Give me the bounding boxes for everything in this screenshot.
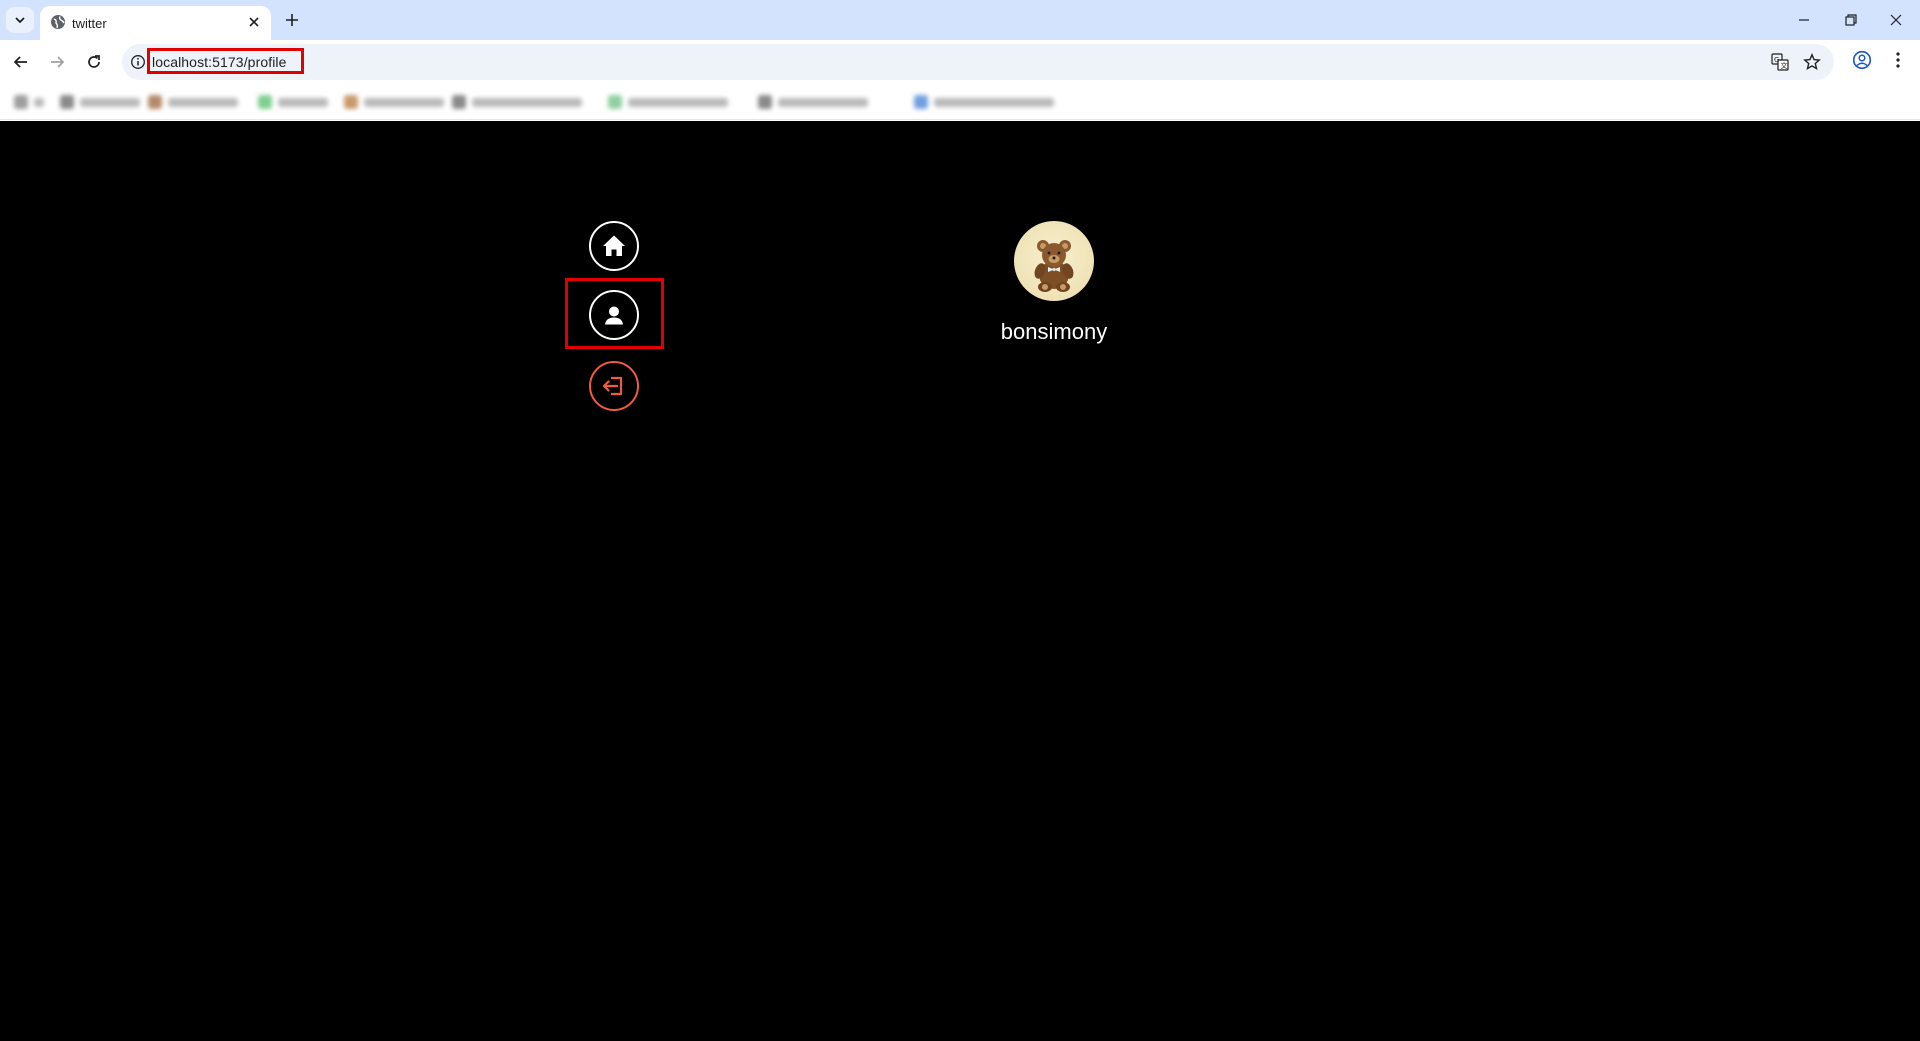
arrow-right-icon — [51, 56, 65, 68]
user-icon — [605, 306, 623, 325]
bookmark-favicon-icon — [914, 95, 928, 109]
bookmark-favicon-icon — [608, 95, 622, 109]
bookmark-item[interactable] — [452, 94, 582, 110]
bookmark-favicon-icon — [452, 95, 466, 109]
tab-strip: twitter — [0, 0, 1920, 40]
home-button[interactable] — [589, 221, 639, 271]
info-icon[interactable] — [130, 54, 146, 70]
profile-button[interactable] — [589, 290, 639, 340]
reload-button[interactable] — [82, 50, 106, 74]
bookmark-item[interactable] — [914, 94, 1054, 110]
bookmark-favicon-icon — [60, 95, 74, 109]
bookmark-favicon-icon — [758, 95, 772, 109]
more-menu-icon[interactable] — [1888, 50, 1908, 70]
app-page: bonsimony — [0, 121, 1920, 1041]
forward-button[interactable] — [45, 50, 69, 74]
bookmark-item[interactable] — [258, 94, 328, 110]
bookmark-item[interactable] — [758, 94, 868, 110]
profile-username: bonsimony — [1000, 319, 1108, 344]
browser-toolbar: localhost:5173/profile G 文 — [0, 40, 1920, 84]
arrow-left-icon — [13, 56, 27, 68]
translate-icon[interactable]: G 文 — [1771, 53, 1789, 71]
close-icon — [1890, 14, 1902, 26]
minimize-button[interactable] — [1792, 8, 1816, 32]
restore-icon — [1845, 14, 1857, 26]
bookmark-label — [364, 97, 444, 107]
browser-tab[interactable]: twitter — [40, 6, 271, 40]
logout-button[interactable] — [589, 361, 639, 411]
bookmark-label — [278, 97, 328, 107]
bookmark-label — [34, 97, 44, 107]
bookmark-label — [472, 97, 582, 107]
logout-icon — [602, 376, 623, 396]
bookmarks-bar — [0, 84, 1920, 120]
tab-search-button[interactable] — [6, 7, 34, 33]
bookmark-favicon-icon — [344, 95, 358, 109]
close-tab-icon[interactable] — [247, 15, 261, 29]
url-text[interactable]: localhost:5173/profile — [152, 54, 287, 70]
chevron-down-icon — [15, 17, 25, 24]
svg-text:文: 文 — [1781, 61, 1788, 70]
bookmark-item[interactable] — [148, 94, 238, 110]
bookmark-label — [628, 97, 728, 107]
close-window-button[interactable] — [1884, 8, 1908, 32]
bookmark-label — [934, 97, 1054, 107]
bookmark-label — [80, 97, 140, 107]
bookmark-favicon-icon — [148, 95, 162, 109]
teddy-bear-avatar[interactable] — [1014, 221, 1094, 301]
back-button[interactable] — [9, 50, 33, 74]
globe-icon — [51, 15, 65, 29]
minimize-icon — [1799, 19, 1809, 21]
teddy-bear-icon — [1034, 240, 1074, 292]
address-bar[interactable]: localhost:5173/profile G 文 — [122, 44, 1834, 80]
restore-button[interactable] — [1839, 8, 1863, 32]
bookmark-favicon-icon — [258, 95, 272, 109]
bookmark-label — [168, 97, 238, 107]
new-tab-icon[interactable] — [282, 10, 302, 30]
reload-icon — [88, 55, 100, 68]
home-icon — [603, 235, 625, 256]
bookmark-favicon-icon — [14, 95, 28, 109]
profile-account-icon[interactable] — [1852, 50, 1872, 70]
tab-title: twitter — [72, 16, 107, 31]
bookmark-item[interactable] — [60, 94, 140, 110]
bookmark-item[interactable] — [14, 94, 44, 110]
bookmark-item[interactable] — [344, 94, 444, 110]
bookmark-item[interactable] — [608, 94, 728, 110]
bookmark-label — [778, 97, 868, 107]
star-icon[interactable] — [1803, 53, 1821, 71]
